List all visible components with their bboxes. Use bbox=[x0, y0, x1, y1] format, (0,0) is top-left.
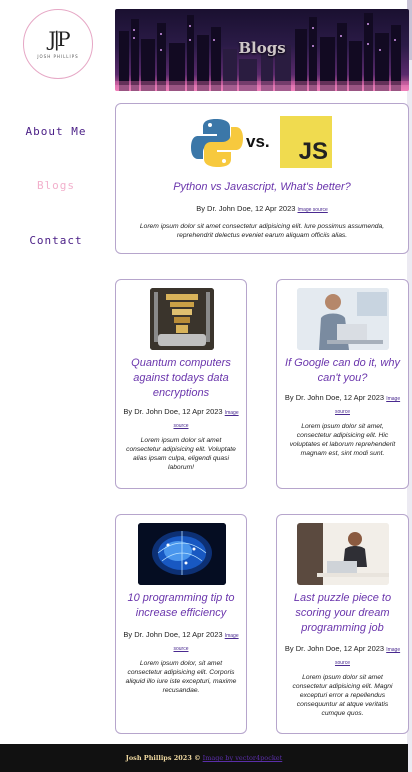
woman-with-laptop-image bbox=[297, 523, 389, 585]
blog-byline: By Dr. John Doe, 12 Apr 2023 Image sourc… bbox=[283, 643, 402, 669]
hero-title: Blogs bbox=[238, 39, 286, 57]
blog-byline: By Dr. John Doe, 12 Apr 2023 Image sourc… bbox=[122, 629, 240, 655]
featured-blog-excerpt: Lorem ipsum dolor sit amet consectetur a… bbox=[139, 223, 385, 239]
javascript-logo-icon: JS bbox=[280, 116, 332, 168]
blog-card-dream-job[interactable]: Last puzzle piece to scoring your dream … bbox=[276, 514, 409, 734]
blog-excerpt: Lorem ipsum dolor sit amet consectetur a… bbox=[126, 437, 236, 471]
site-logo[interactable]: J|P JOSH PHILLIPS bbox=[23, 9, 93, 79]
vs-text: vs. bbox=[246, 132, 270, 151]
featured-blog-title[interactable]: Python vs Javascript, What's better? bbox=[122, 180, 402, 195]
image-source-link[interactable]: Image source bbox=[298, 207, 328, 213]
logo-mark: J|P bbox=[48, 27, 70, 51]
blog-excerpt: Lorem ipsum dolor, sit amet consectetur … bbox=[125, 660, 237, 694]
footer-copyright: Josh Phillips 2023 © bbox=[125, 754, 201, 762]
nav-blogs[interactable]: Blogs bbox=[0, 179, 112, 192]
digital-brain-image bbox=[138, 523, 226, 585]
byline-text: By Dr. John Doe, 12 Apr 2023 bbox=[284, 393, 385, 402]
blog-byline: By Dr. John Doe, 12 Apr 2023 Image sourc… bbox=[122, 406, 240, 432]
site-footer: Josh Phillips 2023 © Image by vector4poc… bbox=[0, 744, 408, 772]
logo-subtitle: JOSH PHILLIPS bbox=[37, 54, 79, 59]
blog-title[interactable]: Quantum computers against todays data en… bbox=[122, 356, 240, 401]
quantum-computer-image bbox=[150, 288, 214, 350]
hero-banner: Blogs bbox=[115, 9, 409, 91]
blog-card-quantum[interactable]: Quantum computers against todays data en… bbox=[115, 279, 247, 489]
footer-image-credit-link[interactable]: Image by vector4pocket bbox=[203, 754, 283, 762]
python-logo-icon bbox=[191, 119, 243, 167]
featured-blog-card[interactable]: vs. JS Python vs Javascript, What's bett… bbox=[115, 103, 409, 254]
blog-title[interactable]: 10 programming tip to increase efficienc… bbox=[122, 591, 240, 621]
blog-byline: By Dr. John Doe, 12 Apr 2023 Image sourc… bbox=[283, 392, 402, 418]
featured-blog-byline: By Dr. John Doe, 12 Apr 2023 Image sourc… bbox=[122, 203, 402, 216]
js-logo-text: JS bbox=[298, 138, 328, 165]
byline-text: By Dr. John Doe, 12 Apr 2023 bbox=[196, 204, 296, 213]
man-with-laptop-image bbox=[297, 288, 389, 350]
nav-contact[interactable]: Contact bbox=[0, 234, 112, 247]
nav-about-me[interactable]: About Me bbox=[0, 125, 112, 138]
blog-title[interactable]: If Google can do it, why can't you? bbox=[283, 356, 402, 386]
blog-card-google[interactable]: If Google can do it, why can't you? By D… bbox=[276, 279, 409, 489]
byline-text: By Dr. John Doe, 12 Apr 2023 bbox=[284, 644, 385, 653]
blog-excerpt: Lorem ipsum dolor sit amet consectetur a… bbox=[292, 674, 393, 717]
byline-text: By Dr. John Doe, 12 Apr 2023 bbox=[123, 407, 223, 416]
blog-excerpt: Lorem ipsum dolor sit amet, consectetur … bbox=[289, 423, 396, 457]
byline-text: By Dr. John Doe, 12 Apr 2023 bbox=[123, 630, 223, 639]
blog-title[interactable]: Last puzzle piece to scoring your dream … bbox=[283, 591, 402, 636]
blog-card-programming-tips[interactable]: 10 programming tip to increase efficienc… bbox=[115, 514, 247, 734]
